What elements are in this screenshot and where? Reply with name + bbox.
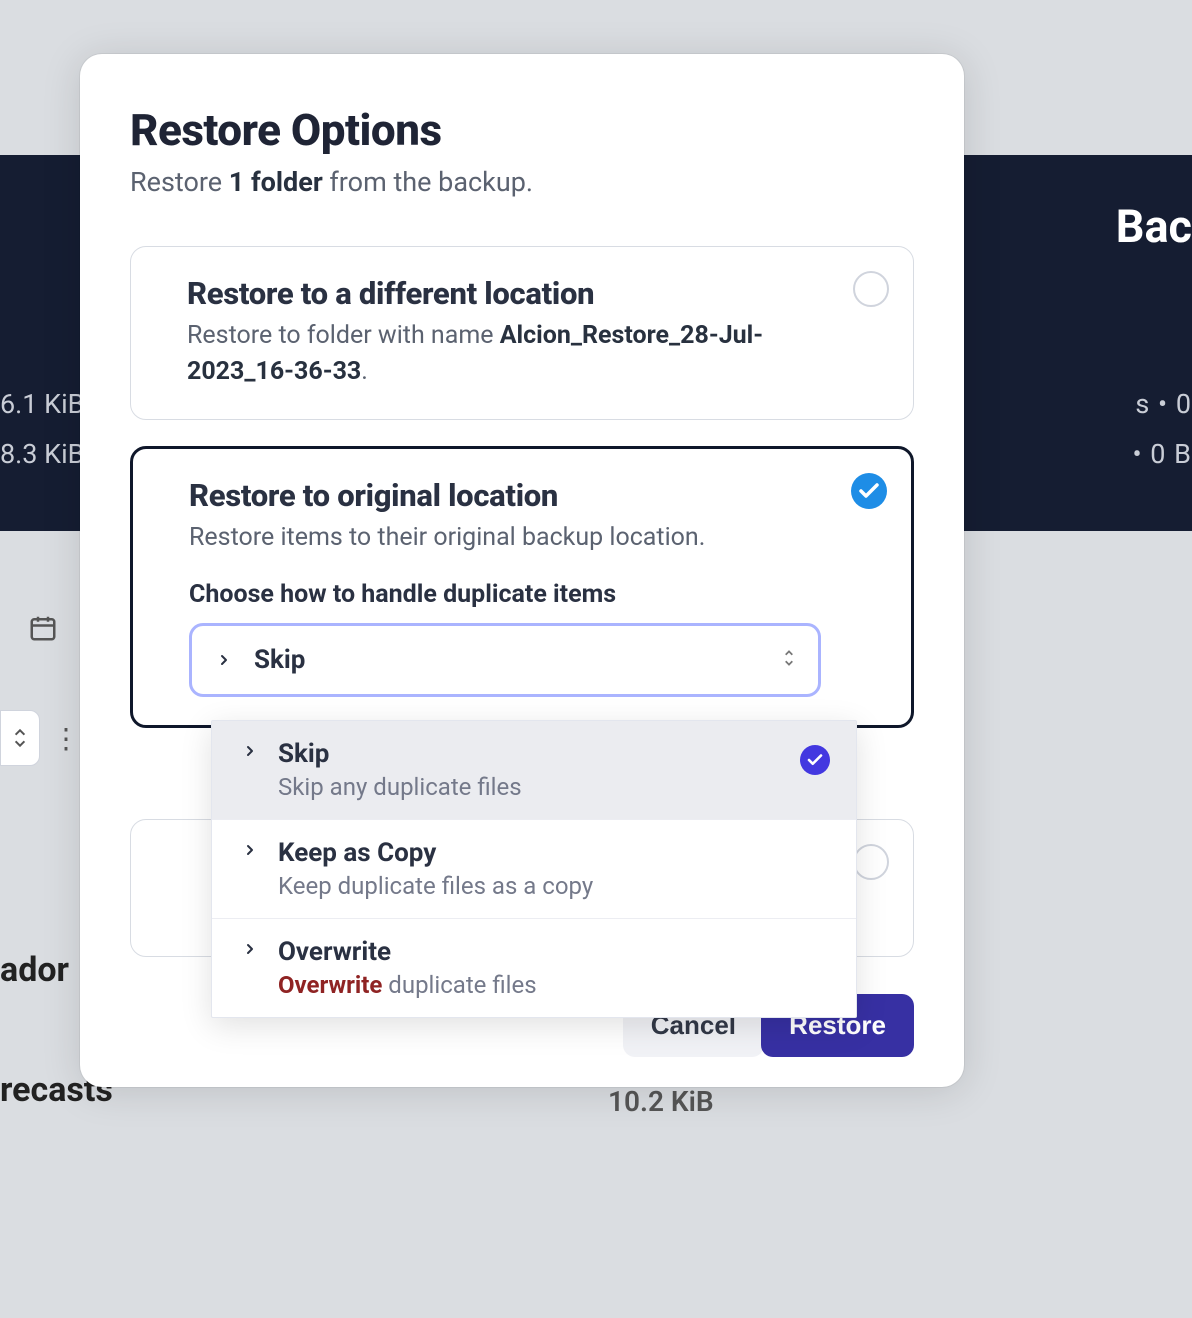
dropdown-option-title: Skip (278, 739, 826, 769)
bg-stat: 8.3 KiB (0, 438, 85, 470)
text: Restore to folder with name (187, 321, 500, 350)
dropdown-option-description: Overwrite duplicate files (278, 971, 826, 999)
text-warn: Overwrite (278, 971, 382, 999)
radio-checked[interactable] (851, 473, 887, 509)
radio-unchecked[interactable] (853, 844, 889, 880)
bg-stat: s • 0 (1135, 388, 1192, 420)
chevron-right-icon (242, 941, 258, 999)
text-bold: 1 folder (229, 166, 323, 198)
duplicate-handling-select[interactable]: Skip (189, 623, 821, 697)
bg-stat: • 0 B (1132, 438, 1192, 470)
option-title: Restore to a different location (187, 275, 823, 312)
dropdown-option-skip[interactable]: Skip Skip any duplicate files (212, 721, 856, 820)
check-icon (800, 745, 830, 775)
bg-heading-fragment: Bac (1116, 200, 1192, 253)
radio-unchecked[interactable] (853, 271, 889, 307)
option-title: Restore to original location (189, 477, 821, 514)
option-restore-original-location[interactable]: Restore to original location Restore ite… (130, 446, 914, 728)
option-description: Restore items to their original backup l… (189, 520, 821, 556)
text: . (361, 357, 368, 386)
calendar-icon[interactable] (28, 613, 58, 647)
chevron-right-icon (242, 743, 258, 801)
select-value: Skip (254, 645, 305, 675)
modal-subtitle: Restore 1 folder from the backup. (130, 166, 914, 198)
dropdown-option-title: Keep as Copy (278, 838, 826, 868)
dropdown-option-overwrite[interactable]: Overwrite Overwrite duplicate files (212, 919, 856, 1017)
dropdown-option-keep-copy[interactable]: Keep as Copy Keep duplicate files as a c… (212, 820, 856, 919)
dropdown-option-description: Keep duplicate files as a copy (278, 872, 826, 900)
chevron-right-icon (242, 842, 258, 900)
more-icon[interactable]: ⋮ (52, 722, 80, 755)
option-description: Restore to folder with name Alcion_Resto… (187, 318, 823, 391)
sort-control[interactable] (0, 710, 40, 766)
chevron-right-icon (216, 652, 232, 668)
list-item: ador (0, 950, 69, 990)
modal-title: Restore Options (130, 104, 914, 156)
dropdown-option-description: Skip any duplicate files (278, 773, 826, 801)
duplicate-handling-label: Choose how to handle duplicate items (189, 580, 821, 609)
select-chevrons-icon (782, 647, 796, 673)
file-size: 10.2 KiB (608, 1085, 714, 1118)
text: from the backup. (323, 166, 533, 198)
dropdown-option-title: Overwrite (278, 937, 826, 967)
bg-stat: 6.1 KiB (0, 388, 85, 420)
text: Restore (130, 166, 229, 198)
text: duplicate files (382, 971, 536, 999)
option-restore-different-location[interactable]: Restore to a different location Restore … (130, 246, 914, 420)
duplicate-handling-dropdown: Skip Skip any duplicate files Keep as Co… (211, 720, 857, 1018)
